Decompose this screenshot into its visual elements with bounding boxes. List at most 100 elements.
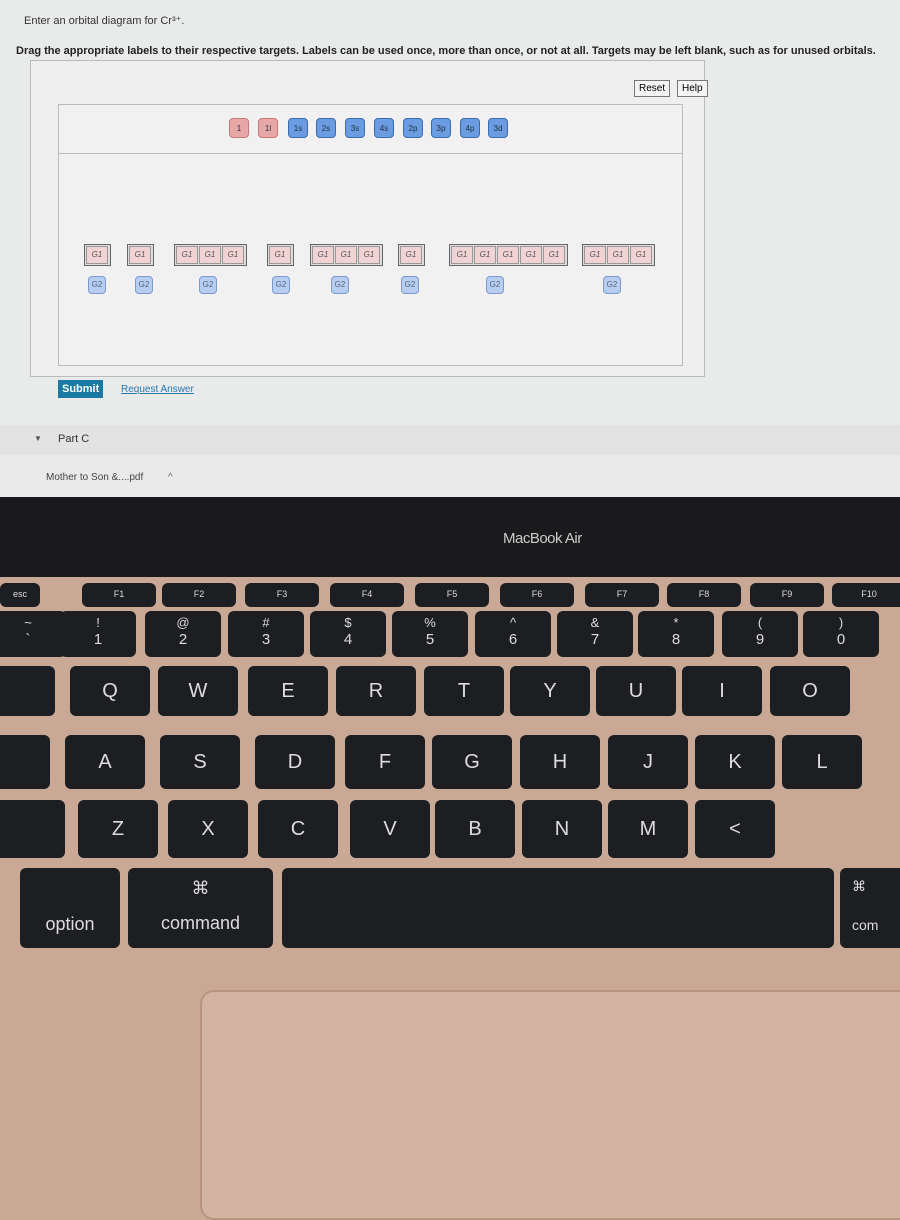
- orbital-label[interactable]: 4p: [460, 118, 480, 138]
- spin-target[interactable]: G1: [176, 246, 198, 264]
- key-w[interactable]: W: [158, 666, 238, 716]
- key-x[interactable]: X: [168, 800, 248, 858]
- fn-key-esc[interactable]: esc: [0, 583, 40, 607]
- space-bar[interactable]: [282, 868, 834, 948]
- orbital-label[interactable]: 1s: [288, 118, 308, 138]
- orbital-name-target[interactable]: G2: [401, 276, 419, 294]
- orbital-label[interactable]: 2p: [403, 118, 423, 138]
- command-key[interactable]: ⌘ command: [128, 868, 273, 948]
- key-5[interactable]: % 5: [392, 611, 468, 657]
- fn-key-f9[interactable]: F9: [750, 583, 824, 607]
- key-<[interactable]: <: [695, 800, 775, 858]
- spin-target[interactable]: G1: [335, 246, 357, 264]
- key-b[interactable]: B: [435, 800, 515, 858]
- key-l[interactable]: L: [782, 735, 862, 789]
- spin-target[interactable]: G1: [630, 246, 652, 264]
- fn-key-f4[interactable]: F4: [330, 583, 404, 607]
- key-2[interactable]: @2: [145, 611, 221, 657]
- key-z[interactable]: Z: [78, 800, 158, 858]
- spin-target[interactable]: G1: [358, 246, 380, 264]
- key-1[interactable]: ! 1: [60, 611, 136, 657]
- arrow-label[interactable]: 1l: [258, 118, 278, 138]
- key-0[interactable]: ) 0: [803, 611, 879, 657]
- download-file[interactable]: Mother to Son &....pdf: [46, 472, 143, 483]
- key-i[interactable]: I: [682, 666, 762, 716]
- spin-target[interactable]: G1: [269, 246, 291, 264]
- orbital-label[interactable]: 4s: [374, 118, 394, 138]
- chevron-up-icon[interactable]: ^: [168, 472, 173, 483]
- part-c-header[interactable]: ▼ Part C: [0, 425, 900, 455]
- spin-target[interactable]: G1: [451, 246, 473, 264]
- orbital-name-target[interactable]: G2: [486, 276, 504, 294]
- key-s[interactable]: S: [160, 735, 240, 789]
- key-7[interactable]: & 7: [557, 611, 633, 657]
- key-3[interactable]: #3: [228, 611, 304, 657]
- spin-target[interactable]: G1: [129, 246, 151, 264]
- orbital-name-target[interactable]: G2: [272, 276, 290, 294]
- key-a[interactable]: A: [65, 735, 145, 789]
- key-u[interactable]: U: [596, 666, 676, 716]
- fn-key-f2[interactable]: F2: [162, 583, 236, 607]
- spin-target[interactable]: G1: [86, 246, 108, 264]
- orbital-group: G1 G1 G1: [582, 244, 655, 266]
- spin-target[interactable]: G1: [199, 246, 221, 264]
- key-y[interactable]: Y: [510, 666, 590, 716]
- submit-button[interactable]: Submit: [58, 380, 104, 398]
- orbital-name-target[interactable]: G2: [603, 276, 621, 294]
- reset-button[interactable]: Reset: [634, 80, 671, 97]
- key-m[interactable]: M: [608, 800, 688, 858]
- fn-key-f6[interactable]: F6: [500, 583, 574, 607]
- key-6[interactable]: ^ 6: [475, 611, 551, 657]
- key-j[interactable]: J: [608, 735, 688, 789]
- orbital-label[interactable]: 3s: [345, 118, 365, 138]
- key-9[interactable]: (9: [722, 611, 798, 657]
- key-f[interactable]: F: [345, 735, 425, 789]
- option-key[interactable]: option: [20, 868, 120, 948]
- orbital-name-target[interactable]: G2: [199, 276, 217, 294]
- fn-key-f1[interactable]: F1: [82, 583, 156, 607]
- fn-key-f8[interactable]: F8: [667, 583, 741, 607]
- spin-target[interactable]: G1: [584, 246, 606, 264]
- key-v[interactable]: V: [350, 800, 430, 858]
- key-q[interactable]: Q: [70, 666, 150, 716]
- key-g[interactable]: G: [432, 735, 512, 789]
- spin-target[interactable]: G1: [607, 246, 629, 264]
- key-k[interactable]: K: [695, 735, 775, 789]
- key-o[interactable]: O: [770, 666, 850, 716]
- key-`[interactable]: ~ `: [0, 611, 66, 657]
- spin-target[interactable]: G1: [312, 246, 334, 264]
- spin-target[interactable]: G1: [520, 246, 542, 264]
- spin-target[interactable]: G1: [543, 246, 565, 264]
- key-e[interactable]: E: [248, 666, 328, 716]
- tab-key[interactable]: [0, 666, 55, 716]
- key-c[interactable]: C: [258, 800, 338, 858]
- spin-target[interactable]: G1: [474, 246, 496, 264]
- help-button[interactable]: Help: [677, 80, 708, 97]
- key-8[interactable]: * 8: [638, 611, 714, 657]
- key-t[interactable]: T: [424, 666, 504, 716]
- fn-key-f5[interactable]: F5: [415, 583, 489, 607]
- key-d[interactable]: D: [255, 735, 335, 789]
- spin-target[interactable]: G1: [497, 246, 519, 264]
- key-4[interactable]: $4: [310, 611, 386, 657]
- fn-key-f3[interactable]: F3: [245, 583, 319, 607]
- request-answer-link[interactable]: Request Answer: [121, 384, 194, 395]
- fn-key-f10[interactable]: F10: [832, 583, 900, 607]
- command-right-key[interactable]: ⌘ com: [840, 868, 900, 948]
- caps-key[interactable]: [0, 735, 50, 789]
- trackpad[interactable]: [200, 990, 900, 1220]
- key-h[interactable]: H: [520, 735, 600, 789]
- orbital-label[interactable]: 3d: [488, 118, 508, 138]
- orbital-name-target[interactable]: G2: [135, 276, 153, 294]
- fn-key-f7[interactable]: F7: [585, 583, 659, 607]
- orbital-label[interactable]: 3p: [431, 118, 451, 138]
- arrow-label[interactable]: 1: [229, 118, 249, 138]
- orbital-name-target[interactable]: G2: [331, 276, 349, 294]
- key-r[interactable]: R: [336, 666, 416, 716]
- key-n[interactable]: N: [522, 800, 602, 858]
- orbital-name-target[interactable]: G2: [88, 276, 106, 294]
- spin-target[interactable]: G1: [400, 246, 422, 264]
- spin-target[interactable]: G1: [222, 246, 244, 264]
- shift-key[interactable]: [0, 800, 65, 858]
- orbital-label[interactable]: 2s: [316, 118, 336, 138]
